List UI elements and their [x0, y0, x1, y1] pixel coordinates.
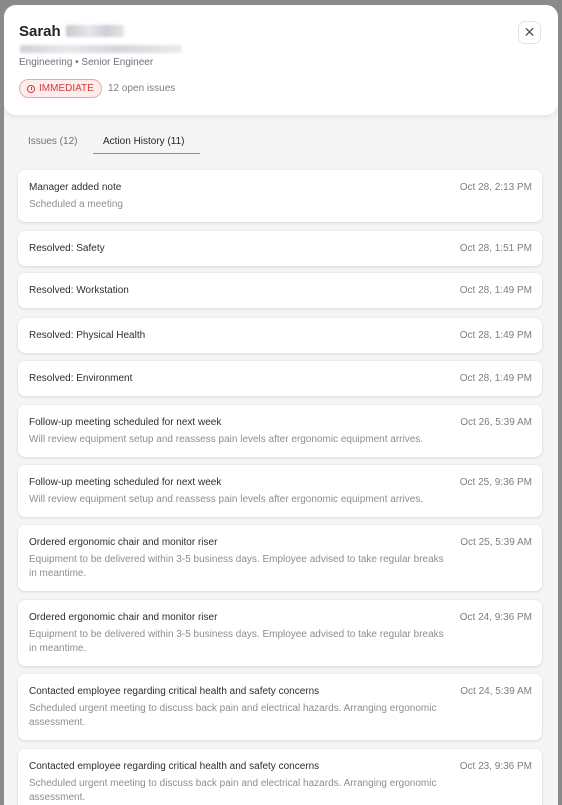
history-item-title: Ordered ergonomic chair and monitor rise…: [29, 612, 218, 623]
history-item-title: Follow-up meeting scheduled for next wee…: [29, 477, 222, 488]
history-item-time: Oct 24, 9:36 PM: [459, 612, 532, 623]
open-issues-count: 12 open issues: [108, 83, 176, 94]
history-item-time: Oct 28, 2:13 PM: [459, 182, 532, 193]
close-button[interactable]: ✕: [518, 21, 541, 44]
tab-issues[interactable]: Issues (12): [28, 136, 77, 147]
history-item-desc: Equipment to be delivered within 3-5 bus…: [29, 629, 444, 654]
history-item-title: Follow-up meeting scheduled for next wee…: [29, 417, 222, 428]
history-item-desc: Scheduled urgent meeting to discuss back…: [29, 778, 437, 803]
history-item[interactable]: Resolved: Environment Oct 28, 1:49 PM: [18, 361, 542, 396]
history-item-time: Oct 26, 5:39 AM: [460, 417, 532, 428]
redacted-last-name: [65, 25, 124, 37]
history-item-time: Oct 25, 9:36 PM: [459, 477, 532, 488]
history-item-time: Oct 25, 5:39 AM: [460, 537, 532, 548]
history-item[interactable]: Contacted employee regarding critical he…: [18, 674, 542, 740]
history-item[interactable]: Ordered ergonomic chair and monitor rise…: [18, 525, 542, 591]
employee-detail-modal: Sarah Engineering • Senior Engineer IMME…: [4, 5, 558, 805]
close-icon: ✕: [523, 24, 536, 40]
tab-bar: Issues (12) Action History (11): [4, 130, 558, 158]
history-item-time: Oct 28, 1:49 PM: [459, 330, 532, 341]
employee-subtitle: Engineering • Senior Engineer: [19, 57, 154, 68]
history-item-title: Resolved: Workstation: [29, 285, 129, 296]
history-item[interactable]: Ordered ergonomic chair and monitor rise…: [18, 600, 542, 666]
history-item[interactable]: Manager added note Oct 28, 2:13 PM Sched…: [18, 170, 542, 222]
history-item-title: Ordered ergonomic chair and monitor rise…: [29, 537, 218, 548]
history-item[interactable]: Resolved: Safety Oct 28, 1:51 PM: [18, 231, 542, 266]
history-item-title: Resolved: Environment: [29, 373, 133, 384]
history-item[interactable]: Follow-up meeting scheduled for next wee…: [18, 405, 542, 457]
history-item-desc: Equipment to be delivered within 3-5 bus…: [29, 554, 444, 579]
history-item[interactable]: Resolved: Physical Health Oct 28, 1:49 P…: [18, 318, 542, 353]
history-item[interactable]: Resolved: Workstation Oct 28, 1:49 PM: [18, 273, 542, 308]
history-item-title: Contacted employee regarding critical he…: [29, 686, 320, 697]
history-item-title: Manager added note: [29, 182, 122, 193]
history-item-time: Oct 24, 5:39 AM: [460, 686, 532, 697]
history-item-time: Oct 23, 9:36 PM: [459, 761, 532, 772]
employee-first-name: Sarah: [19, 23, 61, 40]
clock-icon: [27, 84, 35, 93]
history-item-time: Oct 28, 1:49 PM: [459, 373, 532, 384]
history-item-time: Oct 28, 1:49 PM: [459, 285, 532, 296]
history-item-desc: Will review equipment setup and reassess…: [29, 434, 424, 445]
active-tab-indicator: [93, 153, 200, 154]
history-item[interactable]: Follow-up meeting scheduled for next wee…: [18, 465, 542, 517]
priority-badge-label: IMMEDIATE: [39, 83, 94, 94]
history-item-desc: Will review equipment setup and reassess…: [29, 494, 424, 505]
history-item-desc: Scheduled a meeting: [29, 199, 123, 210]
priority-badge: IMMEDIATE: [19, 79, 102, 98]
redacted-email: [20, 45, 182, 53]
history-item[interactable]: Contacted employee regarding critical he…: [18, 749, 542, 805]
history-item-title: Resolved: Safety: [29, 243, 105, 254]
employee-header: Sarah Engineering • Senior Engineer IMME…: [4, 5, 558, 115]
history-item-title: Contacted employee regarding critical he…: [29, 761, 320, 772]
history-item-time: Oct 28, 1:51 PM: [459, 243, 532, 254]
tab-action-history[interactable]: Action History (11): [103, 136, 185, 147]
history-item-desc: Scheduled urgent meeting to discuss back…: [29, 703, 437, 728]
employee-name: Sarah: [19, 23, 124, 40]
history-item-title: Resolved: Physical Health: [29, 330, 146, 341]
